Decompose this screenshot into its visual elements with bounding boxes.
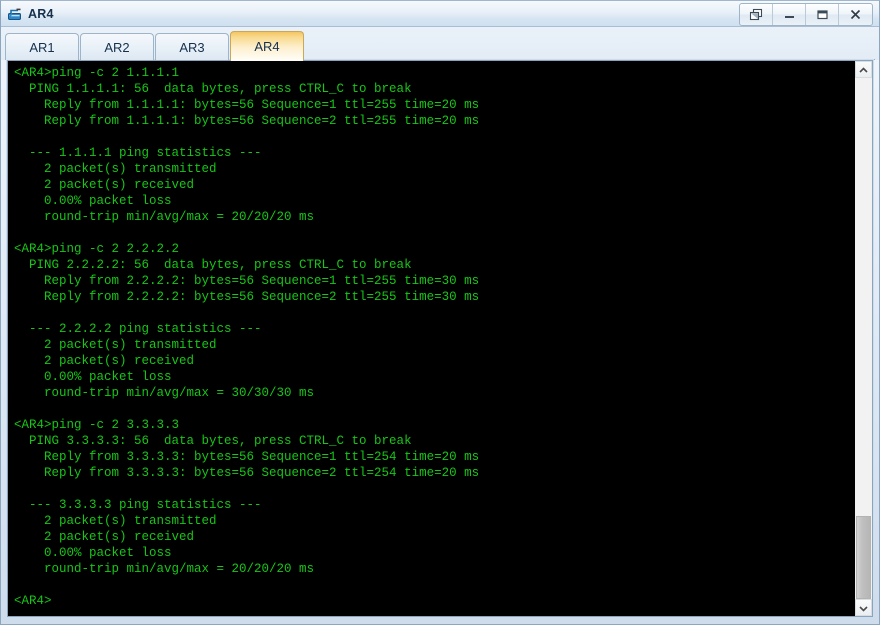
tab-ar3[interactable]: AR3 [155,33,229,60]
terminal-line: round-trip min/avg/max = 20/20/20 ms [14,562,315,576]
terminal-line: PING 3.3.3.3: 56 data bytes, press CTRL_… [14,434,412,448]
terminal-line: 2 packet(s) received [14,354,195,368]
terminal-line: --- 1.1.1.1 ping statistics --- [14,146,262,160]
tab-label: AR1 [29,39,55,55]
terminal-output[interactable]: <AR4>ping -c 2 1.1.1.1 PING 1.1.1.1: 56 … [8,61,854,616]
terminal-line: 0.00% packet loss [14,546,172,560]
scrollbar-thumb[interactable] [856,515,871,599]
terminal-line: Reply from 2.2.2.2: bytes=56 Sequence=2 … [14,290,480,304]
console-window: AR4 AR1 AR2 AR3 AR4 <AR4>ping -c 2 1.1.1… [0,0,880,625]
router-icon [6,5,24,23]
chevron-up-icon [859,61,868,79]
tab-ar1[interactable]: AR1 [5,33,79,60]
window-controls [739,3,873,26]
terminal-line: <AR4>ping -c 2 2.2.2.2 [14,242,180,256]
scrollbar-track[interactable] [855,78,872,599]
terminal-line: round-trip min/avg/max = 30/30/30 ms [14,386,315,400]
terminal-line: 2 packet(s) transmitted [14,514,217,528]
tab-ar4[interactable]: AR4 [230,31,304,61]
close-button[interactable] [839,4,872,25]
terminal-line: Reply from 1.1.1.1: bytes=56 Sequence=1 … [14,98,480,112]
terminal-line: Reply from 3.3.3.3: bytes=56 Sequence=1 … [14,450,480,464]
terminal-line: 2 packet(s) received [14,530,195,544]
terminal-line: --- 3.3.3.3 ping statistics --- [14,498,262,512]
maximize-button[interactable] [806,4,839,25]
title-bar: AR4 [1,1,879,27]
terminal-line: <AR4>ping -c 2 1.1.1.1 [14,66,180,80]
terminal-line: <AR4>ping -c 2 3.3.3.3 [14,418,180,432]
scroll-down-button[interactable] [855,599,872,616]
terminal-line: round-trip min/avg/max = 20/20/20 ms [14,210,315,224]
terminal-line: 0.00% packet loss [14,370,172,384]
terminal-line: Reply from 3.3.3.3: bytes=56 Sequence=2 … [14,466,480,480]
terminal-scrollbar[interactable] [854,61,872,616]
terminal-line: 2 packet(s) received [14,178,195,192]
tab-strip: AR1 AR2 AR3 AR4 [1,27,879,61]
tab-ar2[interactable]: AR2 [80,33,154,60]
terminal-line: 2 packet(s) transmitted [14,162,217,176]
terminal-line: PING 1.1.1.1: 56 data bytes, press CTRL_… [14,82,412,96]
tab-label: AR4 [254,38,280,54]
scroll-up-button[interactable] [855,61,872,78]
tab-label: AR3 [179,39,205,55]
terminal-line: Reply from 1.1.1.1: bytes=56 Sequence=2 … [14,114,480,128]
restore-button[interactable] [740,4,773,25]
terminal-line: 0.00% packet loss [14,194,172,208]
chevron-down-icon [859,599,868,617]
terminal-line: PING 2.2.2.2: 56 data bytes, press CTRL_… [14,258,412,272]
minimize-button[interactable] [773,4,806,25]
terminal-line: Reply from 2.2.2.2: bytes=56 Sequence=1 … [14,274,480,288]
terminal-line: 2 packet(s) transmitted [14,338,217,352]
window-title: AR4 [28,6,54,21]
tab-label: AR2 [104,39,130,55]
terminal-panel: <AR4>ping -c 2 1.1.1.1 PING 1.1.1.1: 56 … [7,60,873,617]
terminal-line: <AR4> [14,594,52,608]
terminal-line: --- 2.2.2.2 ping statistics --- [14,322,262,336]
